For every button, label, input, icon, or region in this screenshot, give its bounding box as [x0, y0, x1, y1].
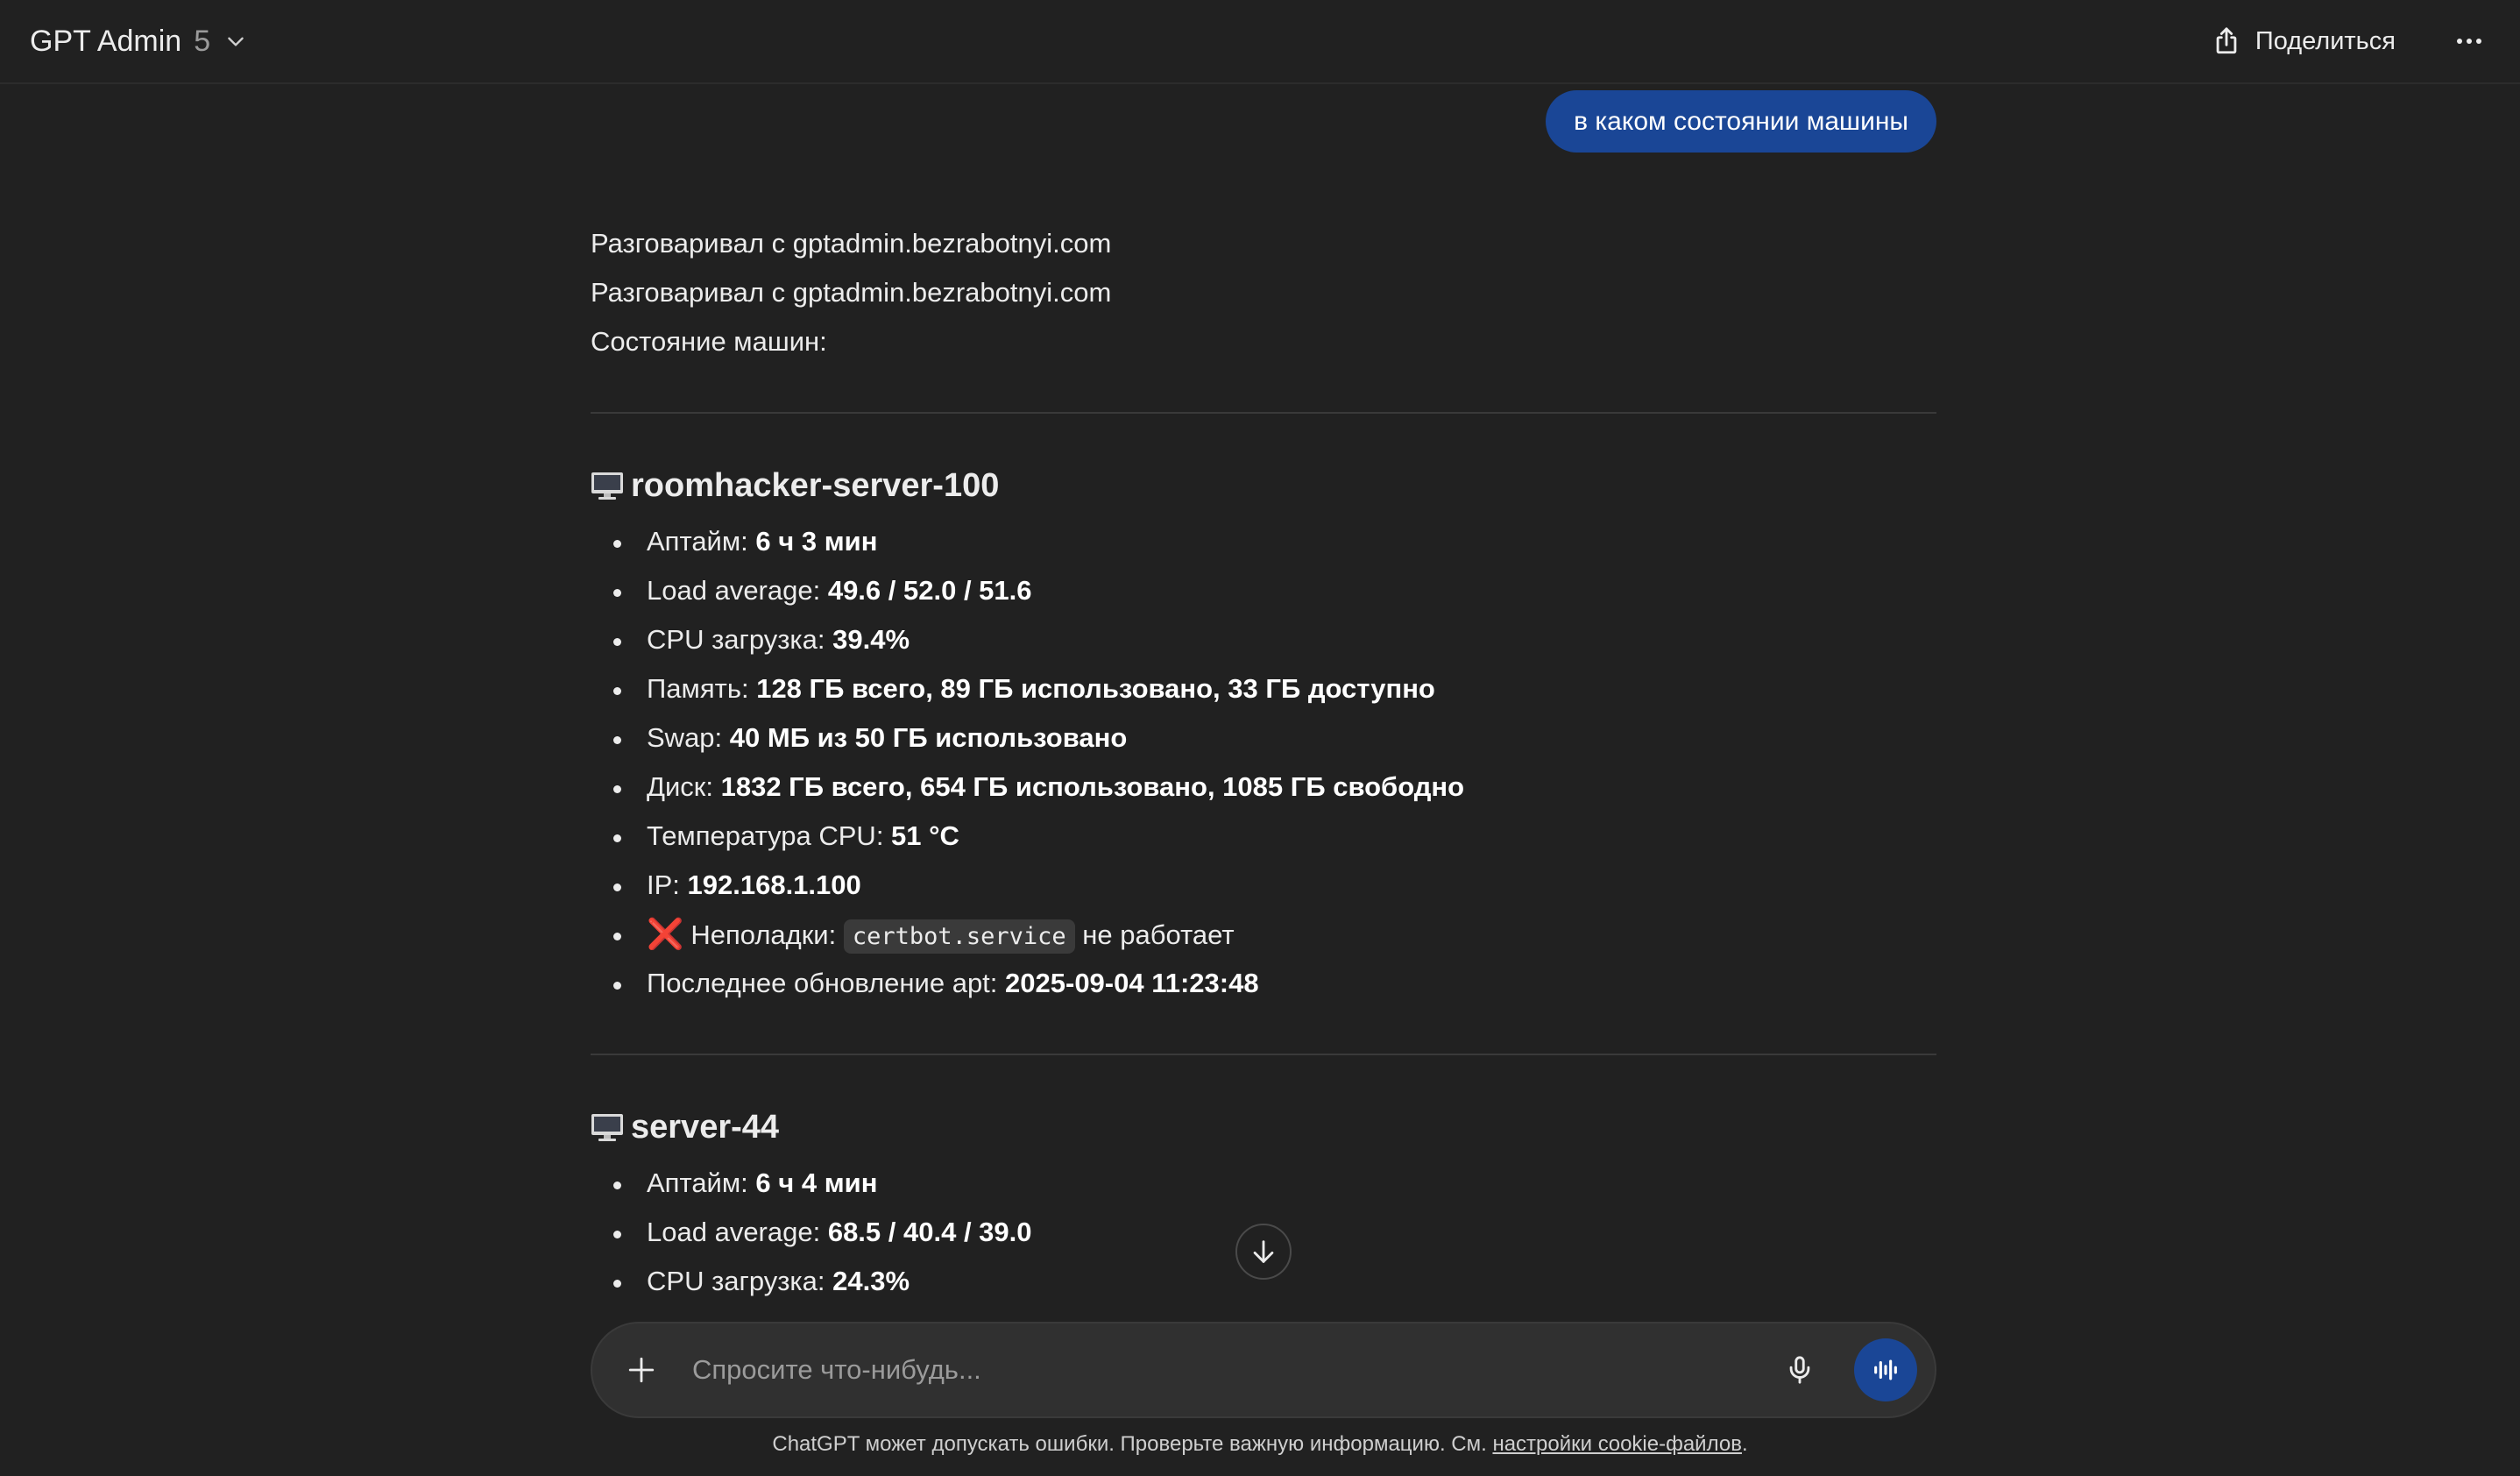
model-switcher[interactable]: GPT Admin 5 [30, 25, 247, 59]
scroll-to-bottom-button[interactable] [1235, 1224, 1292, 1280]
top-bar: GPT Admin 5 Поделиться [0, 0, 2520, 84]
list-item: Аптайм: 6 ч 3 мин [591, 517, 1936, 566]
list-item: IP: 192.168.1.100 [591, 861, 1936, 910]
stat-label: CPU загрузка: [647, 1266, 833, 1296]
stat-label: IP: [647, 869, 688, 900]
disclaimer-end: . [1741, 1432, 1748, 1456]
arrow-down-icon [1253, 1240, 1274, 1263]
stat-value: 6 ч 4 мин [755, 1167, 878, 1198]
message-composer [591, 1322, 1936, 1418]
list-item: Память: 128 ГБ всего, 89 ГБ использовано… [591, 664, 1936, 713]
stat-label: Аптайм: [647, 526, 756, 557]
divider [591, 412, 1936, 414]
stat-label: Последнее обновление apt: [647, 968, 1006, 998]
tool-call-line: Разговаривал с gptadmin.bezrabotnyi.com [591, 228, 1112, 259]
inline-code: certbot.service [843, 919, 1075, 954]
stat-value: 51 °C [891, 820, 959, 851]
user-message-bubble: в каком состоянии машины [1546, 90, 1936, 153]
assistant-response: Разговаривал с gptadmin.bezrabotnyi.com … [591, 219, 1936, 1306]
tool-call-line: Разговаривал с gptadmin.bezrabotnyi.com [591, 277, 1112, 308]
stat-value: 49.6 / 52.0 / 51.6 [827, 575, 1032, 606]
server-stats-list: Аптайм: 6 ч 3 мин Load average: 49.6 / 5… [591, 517, 1936, 1008]
share-button[interactable]: Поделиться [2212, 26, 2396, 56]
list-item: CPU загрузка: 39.4% [591, 615, 1936, 664]
stat-label: Диск: [647, 771, 721, 802]
monitor-icon [591, 472, 623, 500]
model-version: 5 [194, 24, 211, 58]
stat-value: 192.168.1.100 [687, 869, 861, 900]
stat-label: Swap: [647, 722, 730, 753]
stat-value: 6 ч 3 мин [755, 526, 878, 557]
plus-icon [628, 1357, 655, 1383]
voice-waveform-icon [1874, 1359, 1897, 1380]
stat-label: Load average: [647, 1217, 828, 1247]
list-item: Load average: 49.6 / 52.0 / 51.6 [591, 566, 1936, 615]
stat-value: 40 МБ из 50 ГБ использовано [729, 722, 1128, 753]
disclaimer-text: ChatGPT может допускать ошибки. Проверьт… [772, 1432, 1493, 1456]
list-item: Температура CPU: 51 °C [591, 812, 1936, 861]
server-title: roomhacker-server-100 [591, 461, 1936, 510]
microphone-icon [1789, 1356, 1810, 1384]
stat-value: 2025-09-04 11:23:48 [1005, 968, 1259, 998]
cookie-settings-link[interactable]: настройки cookie-файлов [1492, 1432, 1742, 1456]
prompt-input[interactable] [692, 1354, 1780, 1386]
chevron-down-icon [228, 37, 244, 46]
list-item: Swap: 40 МБ из 50 ГБ использовано [591, 713, 1936, 763]
list-item: Аптайм: 6 ч 4 мин [591, 1159, 1936, 1208]
disclaimer: ChatGPT может допускать ошибки. Проверьт… [0, 1432, 2520, 1457]
voice-mode-button[interactable] [1854, 1338, 1917, 1401]
server-name: server-44 [631, 1109, 780, 1146]
status-heading: Состояние машин: [591, 326, 827, 357]
server-name: roomhacker-server-100 [631, 467, 1000, 504]
stat-label: Температура CPU: [647, 820, 892, 851]
model-name: GPT Admin [30, 24, 182, 58]
share-label: Поделиться [2255, 26, 2396, 55]
monitor-icon [591, 1114, 623, 1141]
stat-label: Аптайм: [647, 1167, 756, 1198]
stat-label: Память: [647, 673, 757, 704]
stat-value: 39.4% [832, 624, 910, 655]
stat-label: CPU загрузка: [647, 624, 833, 655]
stat-label: Неполадки: [690, 919, 844, 950]
share-upload-icon [2216, 27, 2237, 54]
list-item: Диск: 1832 ГБ всего, 654 ГБ использовано… [591, 763, 1936, 812]
stat-value: 1832 ГБ всего, 654 ГБ использовано, 1085… [720, 771, 1465, 802]
issue-suffix: не работает [1074, 919, 1235, 950]
stat-label: Load average: [647, 575, 828, 606]
stat-value: 24.3% [832, 1266, 910, 1296]
attach-button[interactable] [624, 1352, 659, 1387]
stat-value: 68.5 / 40.4 / 39.0 [827, 1217, 1032, 1247]
error-x-icon: ❌ [647, 918, 684, 951]
dictate-button[interactable] [1780, 1351, 1819, 1389]
server-title: server-44 [591, 1103, 1936, 1152]
stat-value: 128 ГБ всего, 89 ГБ использовано, 33 ГБ … [756, 673, 1435, 704]
list-item: Последнее обновление apt: 2025-09-04 11:… [591, 959, 1936, 1008]
user-message-text: в каком состоянии машины [1574, 106, 1908, 136]
more-horizontal-icon[interactable] [2448, 30, 2490, 53]
list-item: ❌ Неполадки: certbot.service не работает [591, 910, 1936, 959]
divider [591, 1054, 1936, 1055]
